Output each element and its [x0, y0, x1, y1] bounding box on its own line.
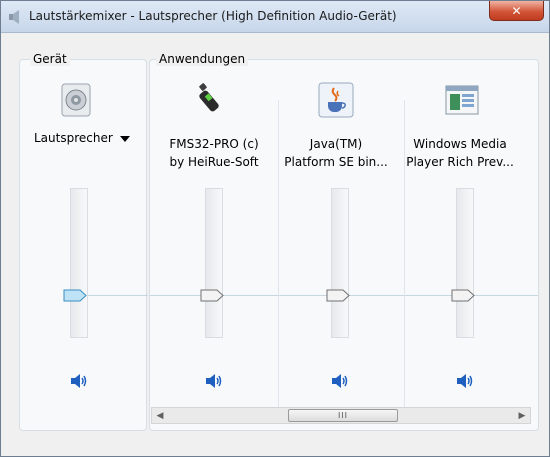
java-icon	[318, 82, 354, 118]
app-volume-thumb[interactable]	[326, 289, 350, 302]
device-volume-thumb[interactable]	[63, 289, 87, 302]
horizontal-scrollbar[interactable]: ◀ III ▶	[151, 407, 531, 424]
device-speaker-icon[interactable]	[70, 372, 90, 390]
scrollbar-thumb[interactable]: III	[288, 409, 398, 422]
app-name: Windows Media Player Rich Prev...	[406, 137, 514, 169]
app-volume-slider[interactable]	[331, 188, 349, 338]
app-volume-thumb[interactable]	[200, 289, 224, 302]
device-group: Gerät Lautsprecher	[19, 52, 148, 431]
speaker-title-icon	[9, 10, 19, 24]
radio-mic-icon	[199, 83, 219, 112]
speaker-device-icon	[61, 83, 91, 117]
title-bar[interactable]: Lautstärkemixer - Lautsprecher (High Def…	[1, 1, 549, 33]
device-dropdown-value: Lautsprecher	[34, 131, 113, 145]
device-dropdown[interactable]: Lautsprecher	[34, 131, 130, 145]
app-name: FMS32-PRO (c) by HeiRue-Soft	[169, 137, 259, 169]
close-button[interactable]: ✕	[489, 1, 544, 21]
scrollbar-grip-icon: III	[337, 411, 349, 420]
app-speaker-icon[interactable]	[205, 372, 225, 390]
applications-group: Anwendungen FMS32-PRO (c) by HeiRue-Soft	[149, 52, 539, 431]
applications-group-label: Anwendungen	[156, 52, 249, 66]
app-volume-slider[interactable]	[205, 188, 223, 338]
close-icon: ✕	[511, 3, 522, 18]
app-speaker-icon[interactable]	[331, 372, 351, 390]
device-volume-slider[interactable]	[70, 188, 88, 338]
app-speaker-icon[interactable]	[456, 372, 476, 390]
mixer-client-area: Gerät Lautsprecher Anwendungen FMS32-PRO…	[9, 41, 541, 447]
scroll-right-arrow-icon[interactable]: ▶	[514, 408, 530, 423]
app-name: Java(TM) Platform SE bin...	[284, 137, 388, 169]
chevron-down-icon	[119, 135, 130, 142]
app-volume-thumb[interactable]	[451, 289, 475, 302]
scroll-left-arrow-icon[interactable]: ◀	[152, 408, 168, 423]
media-player-icon	[445, 85, 479, 115]
device-group-label: Gerät	[30, 52, 70, 66]
window-title: Lautstärkemixer - Lautsprecher (High Def…	[29, 9, 397, 23]
device-volume-guide-line	[88, 295, 148, 296]
app-volume-slider[interactable]	[456, 188, 474, 338]
volume-mixer-window: Lautstärkemixer - Lautsprecher (High Def…	[0, 0, 550, 457]
